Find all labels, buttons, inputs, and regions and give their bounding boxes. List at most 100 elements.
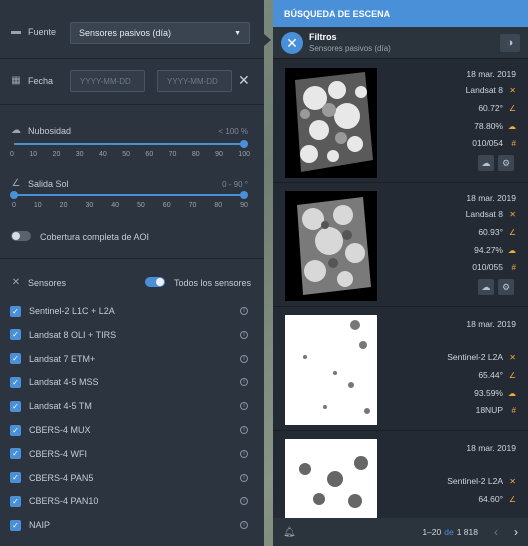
sensor-item[interactable]: ✓ CBERS-4 PAN5 i <box>10 470 248 486</box>
checkbox-icon[interactable]: ✓ <box>10 519 21 531</box>
sensor-item[interactable]: ✓ CBERS-4 WFI i <box>10 446 248 462</box>
scene-tile-value: 010/055 <box>472 262 503 272</box>
pagination-range: 1–20 <box>422 527 442 537</box>
scene-date: 18 mar. 2019 <box>466 69 516 79</box>
grid-icon: # <box>511 263 516 272</box>
scene-sensor: Landsat 8 ✕ <box>466 85 516 95</box>
prev-page-icon[interactable]: ‹ <box>494 525 498 539</box>
scene-card[interactable]: 18 mar. 2019 Sentinel-2 L2A ✕ 64.60° ∠ <box>273 431 528 519</box>
checkbox-icon[interactable]: ✓ <box>10 448 21 460</box>
pagination-bar: 🔔︎ 1–20 de 1 818 ‹ › <box>273 518 528 546</box>
info-icon[interactable]: i <box>240 330 248 339</box>
sensor-item[interactable]: ✓ NAIP i <box>10 517 248 533</box>
scene-tile: 010/054 # <box>472 138 516 148</box>
results-header: BÚSQUEDA DE ESCENA <box>273 0 528 27</box>
info-icon[interactable]: i <box>240 378 248 387</box>
cloud-label: Nubosidad <box>28 126 72 136</box>
source-select[interactable]: Sensores pasivos (día) ▼ <box>70 22 250 44</box>
slider-tick-label: 70 <box>168 151 177 158</box>
scene-card[interactable]: 18 mar. 2019 Landsat 8 ✕ 60.93° ∠ 94.27% ☁ … <box>273 183 528 307</box>
download-icon[interactable]: ☁ <box>478 155 494 171</box>
info-icon[interactable]: i <box>240 402 248 411</box>
next-page-icon[interactable]: › <box>514 525 518 539</box>
sensor-label: Landsat 8 OLI + TIRS <box>29 329 117 340</box>
angle-icon: ∠ <box>508 495 516 504</box>
slider-tick-label: 40 <box>98 151 107 158</box>
filter-panel: ▬ Fuente Sensores pasivos (día) ▼ ▦ Fech… <box>0 0 264 546</box>
checkbox-icon[interactable]: ✓ <box>10 495 21 507</box>
calendar-icon: ▦ <box>11 75 21 86</box>
scene-cloud-value: 93.59% <box>474 388 503 398</box>
slider-tick-label: 30 <box>75 151 84 158</box>
settings-icon[interactable]: ⚙ <box>498 279 514 295</box>
slider-tick-label: 80 <box>191 151 200 158</box>
scene-thumbnail[interactable] <box>285 191 377 301</box>
checkbox-icon[interactable]: ✓ <box>10 329 21 341</box>
checkbox-icon[interactable]: ✓ <box>10 472 21 484</box>
scene-sensor-name: Landsat 8 <box>465 85 503 95</box>
scene-thumbnail[interactable] <box>285 68 377 178</box>
info-icon[interactable]: i <box>240 426 248 434</box>
sensor-item[interactable]: ✓ Landsat 4-5 MSS i <box>10 374 248 390</box>
info-icon[interactable]: i <box>240 449 248 458</box>
satellite-icon: ✕ <box>11 277 21 288</box>
checkbox-icon[interactable]: ✓ <box>10 424 21 436</box>
scene-card[interactable]: 18 mar. 2019 Sentinel-2 L2A ✕ 65.44° ∠ 93.… <box>273 307 528 431</box>
sensor-item[interactable]: ✓ Landsat 7 ETM+ i <box>10 351 248 367</box>
info-icon[interactable]: i <box>240 307 248 315</box>
scene-cloud: 94.27% ☁ <box>474 245 516 255</box>
checkbox-icon[interactable]: ✓ <box>10 400 21 412</box>
info-icon[interactable]: i <box>240 521 248 530</box>
slider-tick-label: 90 <box>215 151 223 158</box>
sensors-label: Sensores <box>28 278 67 288</box>
scene-date: 18 mar. 2019 <box>466 319 516 329</box>
slider-tick-label: 30 <box>85 202 94 209</box>
download-icon[interactable]: ☁ <box>478 279 494 295</box>
bell-icon[interactable]: 🔔︎ <box>283 527 296 538</box>
scene-sensor-name: Sentinel-2 L2A <box>447 476 503 486</box>
settings-icon[interactable]: ⚙ <box>498 155 514 171</box>
scene-thumbnail[interactable] <box>285 439 377 519</box>
checkbox-icon[interactable]: ✓ <box>10 305 21 317</box>
info-icon[interactable]: i <box>240 354 248 363</box>
info-icon[interactable]: i <box>240 473 248 482</box>
satellite-icon: ✕ <box>509 353 516 362</box>
sun-slider-max-handle[interactable] <box>240 191 248 199</box>
sun-slider-min-handle[interactable] <box>10 191 18 199</box>
sensor-item[interactable]: ✓ CBERS-4 MUX i <box>10 422 248 438</box>
filters-title: Filtros <box>309 32 337 42</box>
contrast-icon[interactable]: ◑ <box>500 34 520 52</box>
filters-subtitle: Sensores pasivos (día) <box>309 44 391 53</box>
sensor-item[interactable]: ✓ Landsat 4-5 TM i <box>10 398 248 414</box>
slider-tick-label: 60 <box>162 202 171 209</box>
sensor-label: NAIP <box>29 520 51 531</box>
aoi-toggle[interactable] <box>11 231 31 241</box>
close-filters-button[interactable]: ✕ <box>281 32 303 54</box>
sun-slider-track[interactable] <box>14 194 244 196</box>
date-from-input[interactable]: YYYY-MM-DD <box>70 70 145 92</box>
date-label: Fecha <box>28 76 54 86</box>
slider-tick-label: 50 <box>122 151 130 158</box>
cloud-icon: ☁ <box>508 389 516 398</box>
cloud-slider-handle[interactable] <box>240 140 248 148</box>
all-sensors-toggle[interactable] <box>145 277 165 287</box>
date-to-input[interactable]: YYYY-MM-DD <box>157 70 232 92</box>
checkbox-icon[interactable]: ✓ <box>10 353 21 365</box>
scene-card[interactable]: 18 mar. 2019 Landsat 8 ✕ 60.72° ∠ 78.80% ☁ … <box>273 60 528 183</box>
scene-tile-value: 010/054 <box>472 138 503 148</box>
slider-tick-label: 0 <box>12 202 16 209</box>
cloud-slider-track[interactable] <box>14 143 244 145</box>
pagination-of: de <box>444 527 454 537</box>
all-sensors-label: Todos los sensores <box>174 278 252 288</box>
scene-date: 18 mar. 2019 <box>466 193 516 203</box>
scene-cloud: 78.80% ☁ <box>474 121 516 131</box>
scene-angle: 64.60° ∠ <box>478 494 516 504</box>
checkbox-icon[interactable]: ✓ <box>10 376 21 388</box>
info-icon[interactable]: i <box>240 497 248 506</box>
sensor-item[interactable]: ✓ Landsat 8 OLI + TIRS i <box>10 327 248 343</box>
sensor-item[interactable]: ✓ CBERS-4 PAN10 i <box>10 493 248 509</box>
scene-cloud-value: 94.27% <box>474 245 503 255</box>
clear-date-icon[interactable]: ✕ <box>238 72 250 89</box>
sensor-item[interactable]: ✓ Sentinel-2 L1C + L2A i <box>10 303 248 319</box>
scene-thumbnail[interactable] <box>285 315 377 425</box>
